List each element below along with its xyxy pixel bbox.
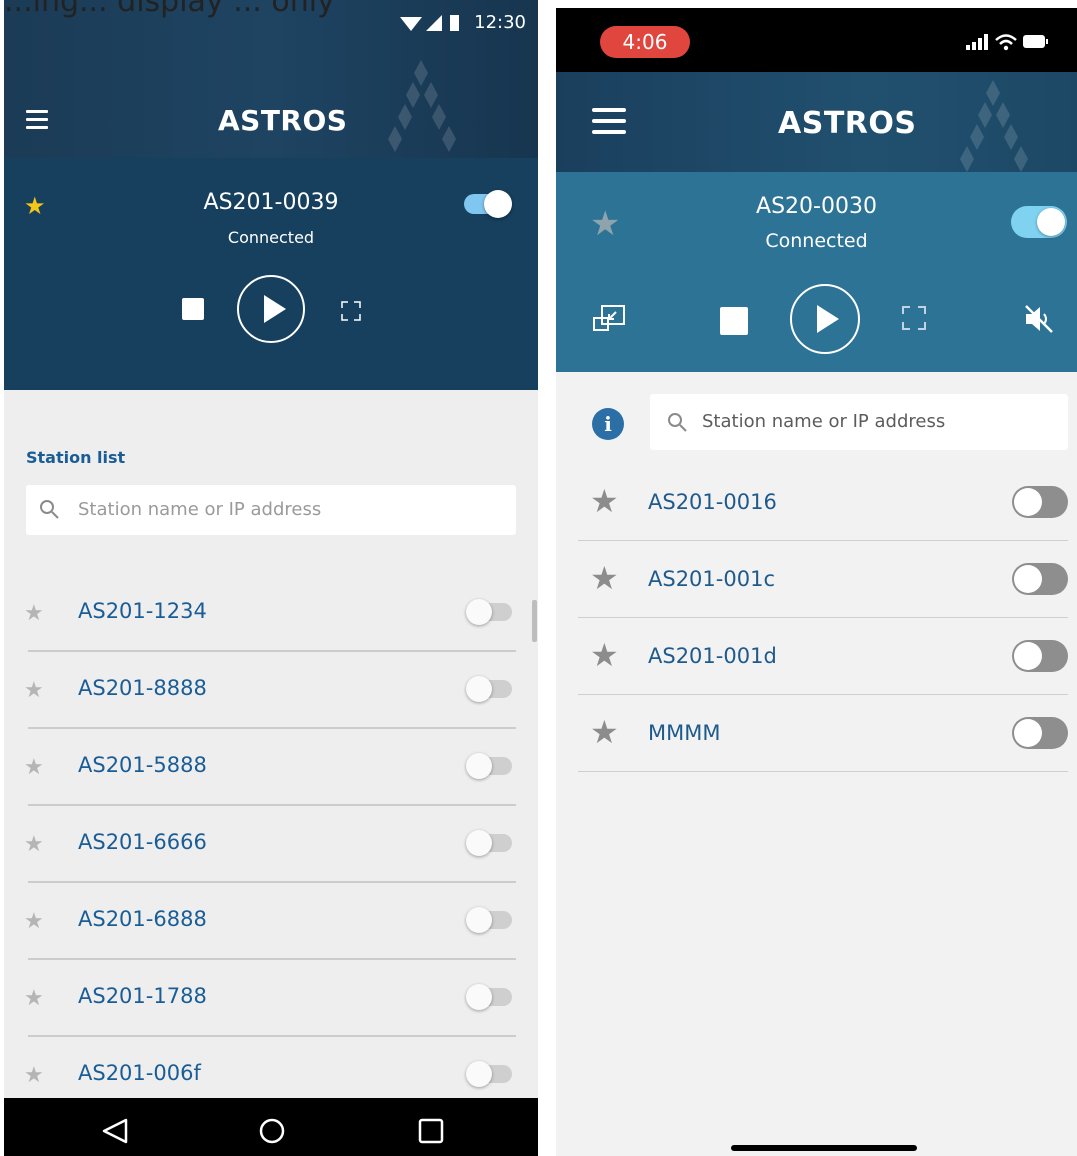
connect-toggle[interactable] (464, 190, 512, 218)
station-toggle[interactable] (466, 984, 512, 1010)
star-icon[interactable]: ★ (24, 909, 44, 934)
home-icon[interactable] (259, 1118, 285, 1144)
ios-phone: 4:06 ASTROS ★ AS20-0030 Connected i Stat… (556, 8, 1077, 1156)
connection-status: Connected (765, 230, 868, 252)
play-icon (817, 305, 839, 333)
menu-icon[interactable] (592, 108, 626, 141)
station-toggle[interactable] (1012, 640, 1068, 672)
list-item[interactable]: ★ AS201-5888 (4, 729, 538, 806)
star-icon[interactable]: ★ (590, 636, 619, 674)
caption-text: ...ing... display ... only (4, 0, 335, 19)
connect-toggle[interactable] (1011, 206, 1067, 238)
app-header: 12:30 ASTROS (4, 0, 538, 158)
search-icon (38, 498, 60, 524)
play-button[interactable] (790, 284, 860, 354)
station-toggle[interactable] (466, 599, 512, 625)
station-toggle[interactable] (466, 830, 512, 856)
star-icon[interactable]: ★ (24, 986, 44, 1011)
search-placeholder: Station name or IP address (702, 411, 946, 432)
station-list-title: Station list (26, 448, 126, 467)
star-icon[interactable]: ★ (24, 755, 44, 780)
mute-icon[interactable] (1022, 304, 1056, 334)
status-time: 12:30 (474, 12, 526, 33)
station-name: MMMM (648, 721, 721, 745)
back-icon[interactable] (102, 1118, 128, 1144)
star-icon[interactable]: ★ (24, 1063, 44, 1088)
station-toggle[interactable] (466, 676, 512, 702)
station-name: AS201-001c (648, 567, 775, 591)
current-station-name: AS20-0030 (756, 194, 877, 219)
station-name: AS201-0016 (648, 490, 777, 514)
station-name: AS201-8888 (78, 676, 207, 700)
play-icon (264, 295, 286, 323)
station-toggle[interactable] (466, 1061, 512, 1087)
search-placeholder: Station name or IP address (78, 499, 322, 520)
screen-mirror-icon[interactable] (592, 304, 626, 334)
connection-status: Connected (227, 228, 315, 247)
fullscreen-icon[interactable] (900, 304, 928, 337)
status-icons (398, 14, 460, 36)
now-playing-panel: ★ AS20-0030 Connected (556, 172, 1077, 372)
list-item[interactable]: ★ AS201-1788 (4, 960, 538, 1037)
station-toggle[interactable] (466, 753, 512, 779)
star-icon[interactable]: ★ (24, 832, 44, 857)
logo-decoration (956, 80, 1036, 172)
search-icon (666, 411, 688, 437)
station-name: AS201-001d (648, 644, 777, 668)
app-logo: ASTROS (778, 106, 917, 141)
status-icons (966, 32, 1048, 56)
station-name: AS201-6666 (78, 830, 207, 854)
stop-button[interactable] (182, 298, 204, 320)
android-nav-bar (4, 1098, 538, 1156)
list-item[interactable]: ★ AS201-8888 (4, 652, 538, 729)
list-item[interactable]: ★ AS201-1234 (4, 575, 538, 652)
now-playing-panel: ★ AS201-0039 Connected (4, 158, 538, 390)
station-toggle[interactable] (466, 907, 512, 933)
search-input[interactable]: Station name or IP address (26, 485, 516, 535)
app-header: ASTROS (556, 72, 1077, 172)
list-item[interactable]: ★ MMMM (556, 695, 1077, 772)
home-indicator[interactable] (731, 1145, 917, 1151)
star-icon[interactable]: ★ (24, 601, 44, 626)
status-time: 4:06 (600, 26, 690, 58)
menu-icon[interactable] (26, 110, 48, 130)
search-input[interactable]: Station name or IP address (650, 394, 1068, 450)
stop-button[interactable] (720, 307, 748, 335)
app-logo: ASTROS (218, 104, 348, 137)
play-button[interactable] (237, 275, 305, 343)
list-item[interactable]: ★ AS201-001c (556, 541, 1077, 618)
status-bar: 4:06 (556, 8, 1077, 72)
station-name: AS201-1234 (78, 599, 207, 623)
station-toggle[interactable] (1012, 717, 1068, 749)
divider (578, 771, 1068, 772)
android-phone: 12:30 ASTROS ★ AS201-0039 Connected Stat… (4, 0, 538, 1156)
fullscreen-icon[interactable] (340, 300, 362, 326)
star-icon[interactable]: ★ (590, 482, 619, 520)
star-icon[interactable]: ★ (24, 678, 44, 703)
station-name: AS201-1788 (78, 984, 207, 1008)
list-item[interactable]: ★ AS201-001d (556, 618, 1077, 695)
station-name: AS201-5888 (78, 753, 207, 777)
station-toggle[interactable] (1012, 563, 1068, 595)
recents-icon[interactable] (418, 1118, 444, 1144)
list-item[interactable]: ★ AS201-0016 (556, 464, 1077, 541)
screenshot-stage: 12:30 ASTROS ★ AS201-0039 Connected Stat… (0, 0, 1077, 1156)
station-name: AS201-6888 (78, 907, 207, 931)
station-name: AS201-006f (78, 1061, 201, 1085)
logo-decoration (384, 60, 464, 155)
star-icon[interactable]: ★ (590, 559, 619, 597)
station-toggle[interactable] (1012, 486, 1068, 518)
list-item[interactable]: ★ AS201-6888 (4, 883, 538, 960)
info-icon[interactable]: i (592, 408, 624, 440)
list-item[interactable]: ★ AS201-6666 (4, 806, 538, 883)
current-station-name: AS201-0039 (203, 190, 339, 215)
star-icon[interactable]: ★ (590, 713, 619, 751)
